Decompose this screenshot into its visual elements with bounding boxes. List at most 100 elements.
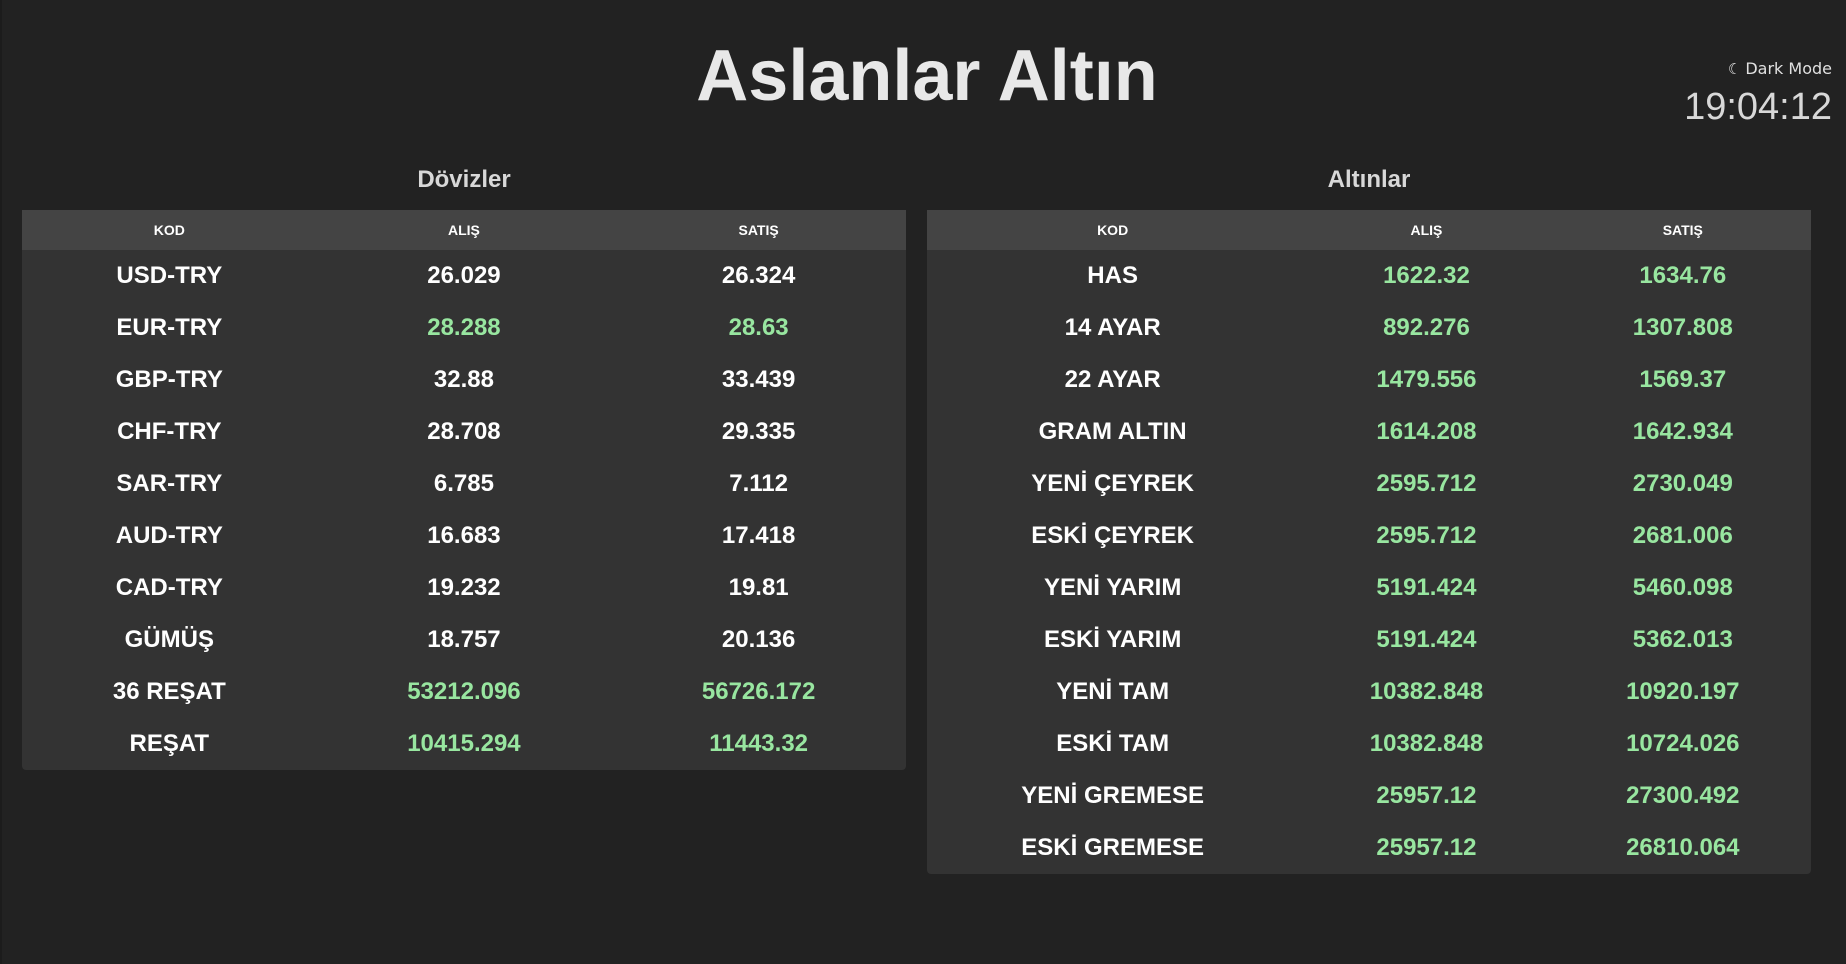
table-row: ESKİ GREMESE 25957.12 26810.064 — [927, 822, 1811, 874]
table-row: ESKİ ÇEYREK 2595.712 2681.006 — [927, 510, 1811, 562]
table-row: EUR-TRY 28.288 28.63 — [22, 302, 906, 354]
cell-satis: 10920.197 — [1626, 678, 1740, 705]
cell-alis: 16.683 — [427, 522, 501, 549]
cell-satis: 2681.006 — [1632, 522, 1733, 549]
cell-satis: 5460.098 — [1632, 574, 1733, 601]
cell-satis: 11443.32 — [709, 730, 809, 757]
cell-satis: 1569.37 — [1639, 366, 1727, 393]
cell-kod: GBP-TRY — [115, 366, 223, 393]
column-header-satis: SATIŞ — [738, 222, 779, 238]
cell-alis: 5191.424 — [1376, 626, 1477, 653]
cell-kod: 14 AYAR — [1064, 314, 1161, 341]
cell-satis: 56726.172 — [701, 678, 816, 705]
cell-alis: 28.288 — [427, 314, 501, 341]
doviz-header-row: KOD ALIŞ SATIŞ — [22, 210, 906, 250]
table-row: GRAM ALTIN 1614.208 1642.934 — [927, 406, 1811, 458]
cell-kod: AUD-TRY — [115, 522, 223, 549]
cell-alis: 25957.12 — [1376, 834, 1477, 861]
column-header-alis: ALIŞ — [1410, 222, 1443, 238]
cell-alis: 26.029 — [427, 262, 501, 289]
cell-satis: 28.63 — [728, 314, 789, 341]
cell-kod: GRAM ALTIN — [1038, 418, 1187, 445]
table-row: YENİ TAM 10382.848 10920.197 — [927, 666, 1811, 718]
dark-mode-toggle[interactable]: ☾ Dark Mode — [1684, 58, 1832, 80]
cell-alis: 6.785 — [433, 470, 494, 497]
cell-kod: GÜMÜŞ — [124, 626, 214, 653]
cell-satis: 1307.808 — [1632, 314, 1733, 341]
cell-alis: 1622.32 — [1383, 262, 1470, 289]
cell-satis: 27300.492 — [1626, 782, 1740, 809]
cell-kod: YENİ YARIM — [1043, 574, 1182, 601]
cell-satis: 2730.049 — [1632, 470, 1733, 497]
altin-header-row: KOD ALIŞ SATIŞ — [927, 210, 1811, 250]
cell-alis: 25957.12 — [1376, 782, 1477, 809]
cell-kod: ESKİ YARIM — [1043, 626, 1182, 653]
cell-satis: 1642.934 — [1632, 418, 1733, 445]
cell-kod: YENİ ÇEYREK — [1031, 470, 1194, 497]
cell-satis: 33.439 — [721, 366, 796, 393]
table-row: GÜMÜŞ 18.757 20.136 — [22, 614, 906, 666]
cell-satis: 19.81 — [728, 574, 789, 601]
table-row: SAR-TRY 6.785 7.112 — [22, 458, 906, 510]
cell-alis: 2595.712 — [1376, 522, 1477, 549]
cell-kod: YENİ GREMESE — [1021, 782, 1204, 809]
table-row: CAD-TRY 19.232 19.81 — [22, 562, 906, 614]
table-row: YENİ YARIM 5191.424 5460.098 — [927, 562, 1811, 614]
cell-alis: 10382.848 — [1369, 678, 1484, 705]
cell-alis: 53212.096 — [407, 678, 521, 705]
altin-section: Altınlar KOD ALIŞ SATIŞ HAS 1622.32 1634.7… — [927, 160, 1811, 874]
cell-satis: 26810.064 — [1626, 834, 1740, 861]
moon-icon: ☾ — [1727, 60, 1742, 78]
table-row: CHF-TRY 28.708 29.335 — [22, 406, 906, 458]
cell-satis: 20.136 — [721, 626, 796, 653]
cell-kod: ESKİ TAM — [1056, 730, 1170, 757]
cell-alis: 1479.556 — [1376, 366, 1477, 393]
column-header-alis: ALIŞ — [447, 222, 480, 238]
cell-kod: REŞAT — [129, 730, 210, 757]
table-row: 14 AYAR 892.276 1307.808 — [927, 302, 1811, 354]
page: Aslanlar Altın ☾ Dark Mode 19:04:12 Döviz… — [0, 0, 1846, 964]
cell-satis: 17.418 — [721, 522, 796, 549]
cell-alis: 2595.712 — [1376, 470, 1477, 497]
cell-alis: 5191.424 — [1376, 574, 1477, 601]
cell-alis: 18.757 — [427, 626, 501, 653]
column-header-kod: KOD — [1097, 222, 1129, 238]
cell-alis: 32.88 — [433, 366, 494, 393]
cell-satis: 10724.026 — [1626, 730, 1740, 757]
cell-alis: 19.232 — [427, 574, 501, 601]
cell-alis: 10415.294 — [407, 730, 521, 757]
altin-table: KOD ALIŞ SATIŞ HAS 1622.32 1634.76 14 AYAR 8… — [927, 210, 1811, 874]
table-row: YENİ ÇEYREK 2595.712 2730.049 — [927, 458, 1811, 510]
cell-alis: 1614.208 — [1376, 418, 1477, 445]
cell-satis: 29.335 — [721, 418, 796, 445]
table-row: 36 REŞAT 53212.096 56726.172 — [22, 666, 906, 718]
page-title: Aslanlar Altın — [696, 36, 1158, 116]
cell-kod: ESKİ GREMESE — [1021, 834, 1204, 861]
table-row: YENİ GREMESE 25957.12 27300.492 — [927, 770, 1811, 822]
window-edge — [0, 0, 2, 964]
cell-kod: YENİ TAM — [1056, 678, 1170, 705]
header-controls: ☾ Dark Mode 19:04:12 — [1684, 58, 1832, 128]
cell-kod: SAR-TRY — [116, 470, 223, 497]
clock: 19:04:12 — [1684, 86, 1832, 128]
altin-title: Altınlar — [1327, 166, 1411, 193]
table-row: ESKİ YARIM 5191.424 5362.013 — [927, 614, 1811, 666]
cell-kod: 22 AYAR — [1064, 366, 1161, 393]
doviz-title: Dövizler — [417, 166, 511, 193]
cell-satis: 26.324 — [721, 262, 796, 289]
doviz-section: Dövizler KOD ALIŞ SATIŞ USD-TRY 26.029 26.… — [22, 160, 906, 770]
cell-satis: 5362.013 — [1632, 626, 1733, 653]
cell-kod: CAD-TRY — [115, 574, 223, 601]
cell-satis: 7.112 — [729, 470, 788, 497]
column-header-satis: SATIŞ — [1662, 222, 1703, 238]
table-row: USD-TRY 26.029 26.324 — [22, 250, 906, 302]
table-row: REŞAT 10415.294 11443.32 — [22, 718, 906, 770]
cell-satis: 1634.76 — [1639, 262, 1727, 289]
cell-kod: ESKİ ÇEYREK — [1031, 522, 1194, 549]
cell-kod: HAS — [1087, 262, 1138, 289]
cell-alis: 892.276 — [1383, 314, 1470, 341]
doviz-table: KOD ALIŞ SATIŞ USD-TRY 26.029 26.324 EUR-TR… — [22, 210, 906, 770]
cell-kod: 36 REŞAT — [112, 678, 226, 705]
table-row: ESKİ TAM 10382.848 10724.026 — [927, 718, 1811, 770]
cell-kod: USD-TRY — [116, 262, 223, 289]
